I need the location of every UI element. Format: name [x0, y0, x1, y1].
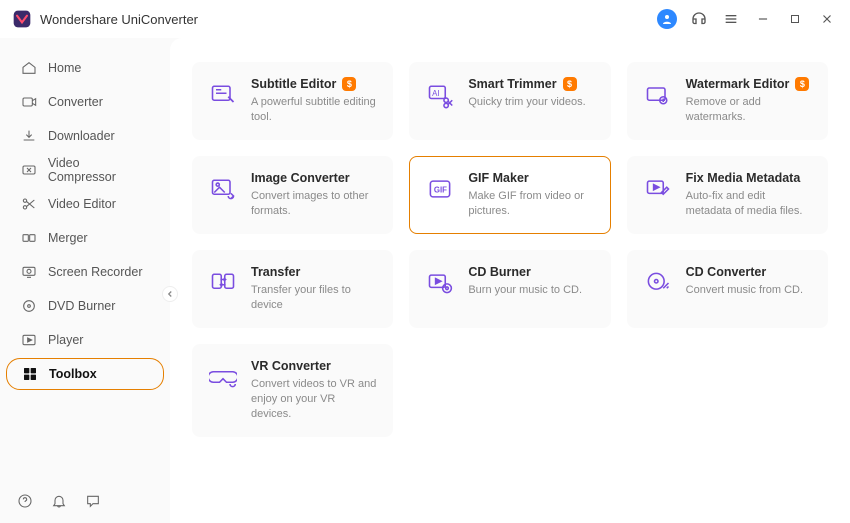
- svg-text:AI: AI: [432, 89, 439, 98]
- sidebar-item-label: Merger: [48, 231, 88, 245]
- disc-icon: [20, 297, 38, 315]
- tool-title: CD Burner: [468, 265, 595, 279]
- tool-desc: Convert music from CD.: [686, 283, 813, 298]
- tool-card-transfer[interactable]: Transfer Transfer your files to device: [192, 250, 393, 328]
- sidebar-nav: Home Converter Downloader Video Compress…: [0, 52, 170, 479]
- minimize-button[interactable]: [752, 8, 774, 30]
- sidebar-item-label: DVD Burner: [48, 299, 115, 313]
- tools-grid: Subtitle Editor$ A powerful subtitle edi…: [192, 62, 828, 437]
- sidebar-item-label: Converter: [48, 95, 103, 109]
- tool-title: Subtitle Editor$: [251, 77, 378, 91]
- sidebar-item-editor[interactable]: Video Editor: [6, 188, 164, 220]
- support-button[interactable]: [688, 8, 710, 30]
- sidebar-item-label: Video Compressor: [48, 156, 150, 184]
- sidebar-item-converter[interactable]: Converter: [6, 86, 164, 118]
- tool-desc: Convert videos to VR and enjoy on your V…: [251, 377, 378, 422]
- tool-title: Transfer: [251, 265, 378, 279]
- sidebar-item-label: Downloader: [48, 129, 115, 143]
- tool-card-image-converter[interactable]: Image Converter Convert images to other …: [192, 156, 393, 234]
- tool-card-watermark-editor[interactable]: Watermark Editor$ Remove or add watermar…: [627, 62, 828, 140]
- sidebar-item-merger[interactable]: Merger: [6, 222, 164, 254]
- close-button[interactable]: [816, 8, 838, 30]
- tool-card-smart-trimmer[interactable]: AI Smart Trimmer$ Quicky trim your video…: [409, 62, 610, 140]
- vr-converter-icon: [207, 361, 239, 393]
- scissors-icon: [20, 195, 38, 213]
- app-logo-icon: [12, 9, 32, 29]
- home-icon: [20, 59, 38, 77]
- sidebar-item-home[interactable]: Home: [6, 52, 164, 84]
- tool-desc: Make GIF from video or pictures.: [468, 189, 595, 219]
- tool-card-cd-converter[interactable]: CD Converter Convert music from CD.: [627, 250, 828, 328]
- smart-trimmer-icon: AI: [424, 79, 456, 111]
- tool-card-gif-maker[interactable]: GIF GIF Maker Make GIF from video or pic…: [409, 156, 610, 234]
- sidebar-item-player[interactable]: Player: [6, 324, 164, 356]
- recorder-icon: [20, 263, 38, 281]
- sidebar-item-downloader[interactable]: Downloader: [6, 120, 164, 152]
- transfer-icon: [207, 267, 239, 299]
- sidebar-item-compressor[interactable]: Video Compressor: [6, 154, 164, 186]
- play-icon: [20, 331, 38, 349]
- subtitle-editor-icon: [207, 79, 239, 111]
- tool-title: Watermark Editor$: [686, 77, 813, 91]
- app-body: Home Converter Downloader Video Compress…: [0, 38, 850, 523]
- tool-desc: Remove or add watermarks.: [686, 95, 813, 125]
- svg-text:GIF: GIF: [434, 186, 447, 195]
- converter-icon: [20, 93, 38, 111]
- cd-burner-icon: [424, 267, 456, 299]
- compressor-icon: [20, 161, 38, 179]
- tool-card-fix-metadata[interactable]: Fix Media Metadata Auto-fix and edit met…: [627, 156, 828, 234]
- tool-desc: Burn your music to CD.: [468, 283, 595, 298]
- titlebar: Wondershare UniConverter: [0, 0, 850, 38]
- tool-desc: Quicky trim your videos.: [468, 95, 595, 110]
- premium-badge-icon: $: [342, 77, 356, 91]
- sidebar-footer: [0, 479, 170, 523]
- sidebar-item-label: Player: [48, 333, 83, 347]
- sidebar-item-label: Toolbox: [49, 367, 97, 381]
- tool-title: Smart Trimmer$: [468, 77, 595, 91]
- tool-card-vr-converter[interactable]: VR Converter Convert videos to VR and en…: [192, 344, 393, 437]
- tool-title: GIF Maker: [468, 171, 595, 185]
- sidebar-item-dvd-burner[interactable]: DVD Burner: [6, 290, 164, 322]
- toolbox-icon: [21, 365, 39, 383]
- tool-title: CD Converter: [686, 265, 813, 279]
- premium-badge-icon: $: [795, 77, 809, 91]
- collapse-sidebar-button[interactable]: [162, 286, 178, 302]
- tool-desc: Auto-fix and edit metadata of media file…: [686, 189, 813, 219]
- sidebar-item-label: Video Editor: [48, 197, 116, 211]
- fix-metadata-icon: [642, 173, 674, 205]
- tool-card-cd-burner[interactable]: CD Burner Burn your music to CD.: [409, 250, 610, 328]
- app-title: Wondershare UniConverter: [40, 12, 198, 27]
- tool-desc: Convert images to other formats.: [251, 189, 378, 219]
- profile-button[interactable]: [656, 8, 678, 30]
- profile-avatar-icon: [657, 9, 677, 29]
- premium-badge-icon: $: [563, 77, 577, 91]
- sidebar-item-recorder[interactable]: Screen Recorder: [6, 256, 164, 288]
- sidebar-item-label: Home: [48, 61, 81, 75]
- merger-icon: [20, 229, 38, 247]
- image-converter-icon: [207, 173, 239, 205]
- feedback-button[interactable]: [84, 492, 102, 510]
- cd-converter-icon: [642, 267, 674, 299]
- sidebar-item-label: Screen Recorder: [48, 265, 143, 279]
- maximize-button[interactable]: [784, 8, 806, 30]
- tool-title: Image Converter: [251, 171, 378, 185]
- tool-title: VR Converter: [251, 359, 378, 373]
- download-icon: [20, 127, 38, 145]
- main-content: Subtitle Editor$ A powerful subtitle edi…: [170, 38, 850, 523]
- tool-card-subtitle-editor[interactable]: Subtitle Editor$ A powerful subtitle edi…: [192, 62, 393, 140]
- watermark-editor-icon: [642, 79, 674, 111]
- notifications-button[interactable]: [50, 492, 68, 510]
- tool-desc: Transfer your files to device: [251, 283, 378, 313]
- menu-button[interactable]: [720, 8, 742, 30]
- tool-desc: A powerful subtitle editing tool.: [251, 95, 378, 125]
- help-button[interactable]: [16, 492, 34, 510]
- tool-title: Fix Media Metadata: [686, 171, 813, 185]
- app-window: Wondershare UniConverter: [0, 0, 850, 523]
- sidebar: Home Converter Downloader Video Compress…: [0, 38, 170, 523]
- gif-maker-icon: GIF: [424, 173, 456, 205]
- sidebar-item-toolbox[interactable]: Toolbox: [6, 358, 164, 390]
